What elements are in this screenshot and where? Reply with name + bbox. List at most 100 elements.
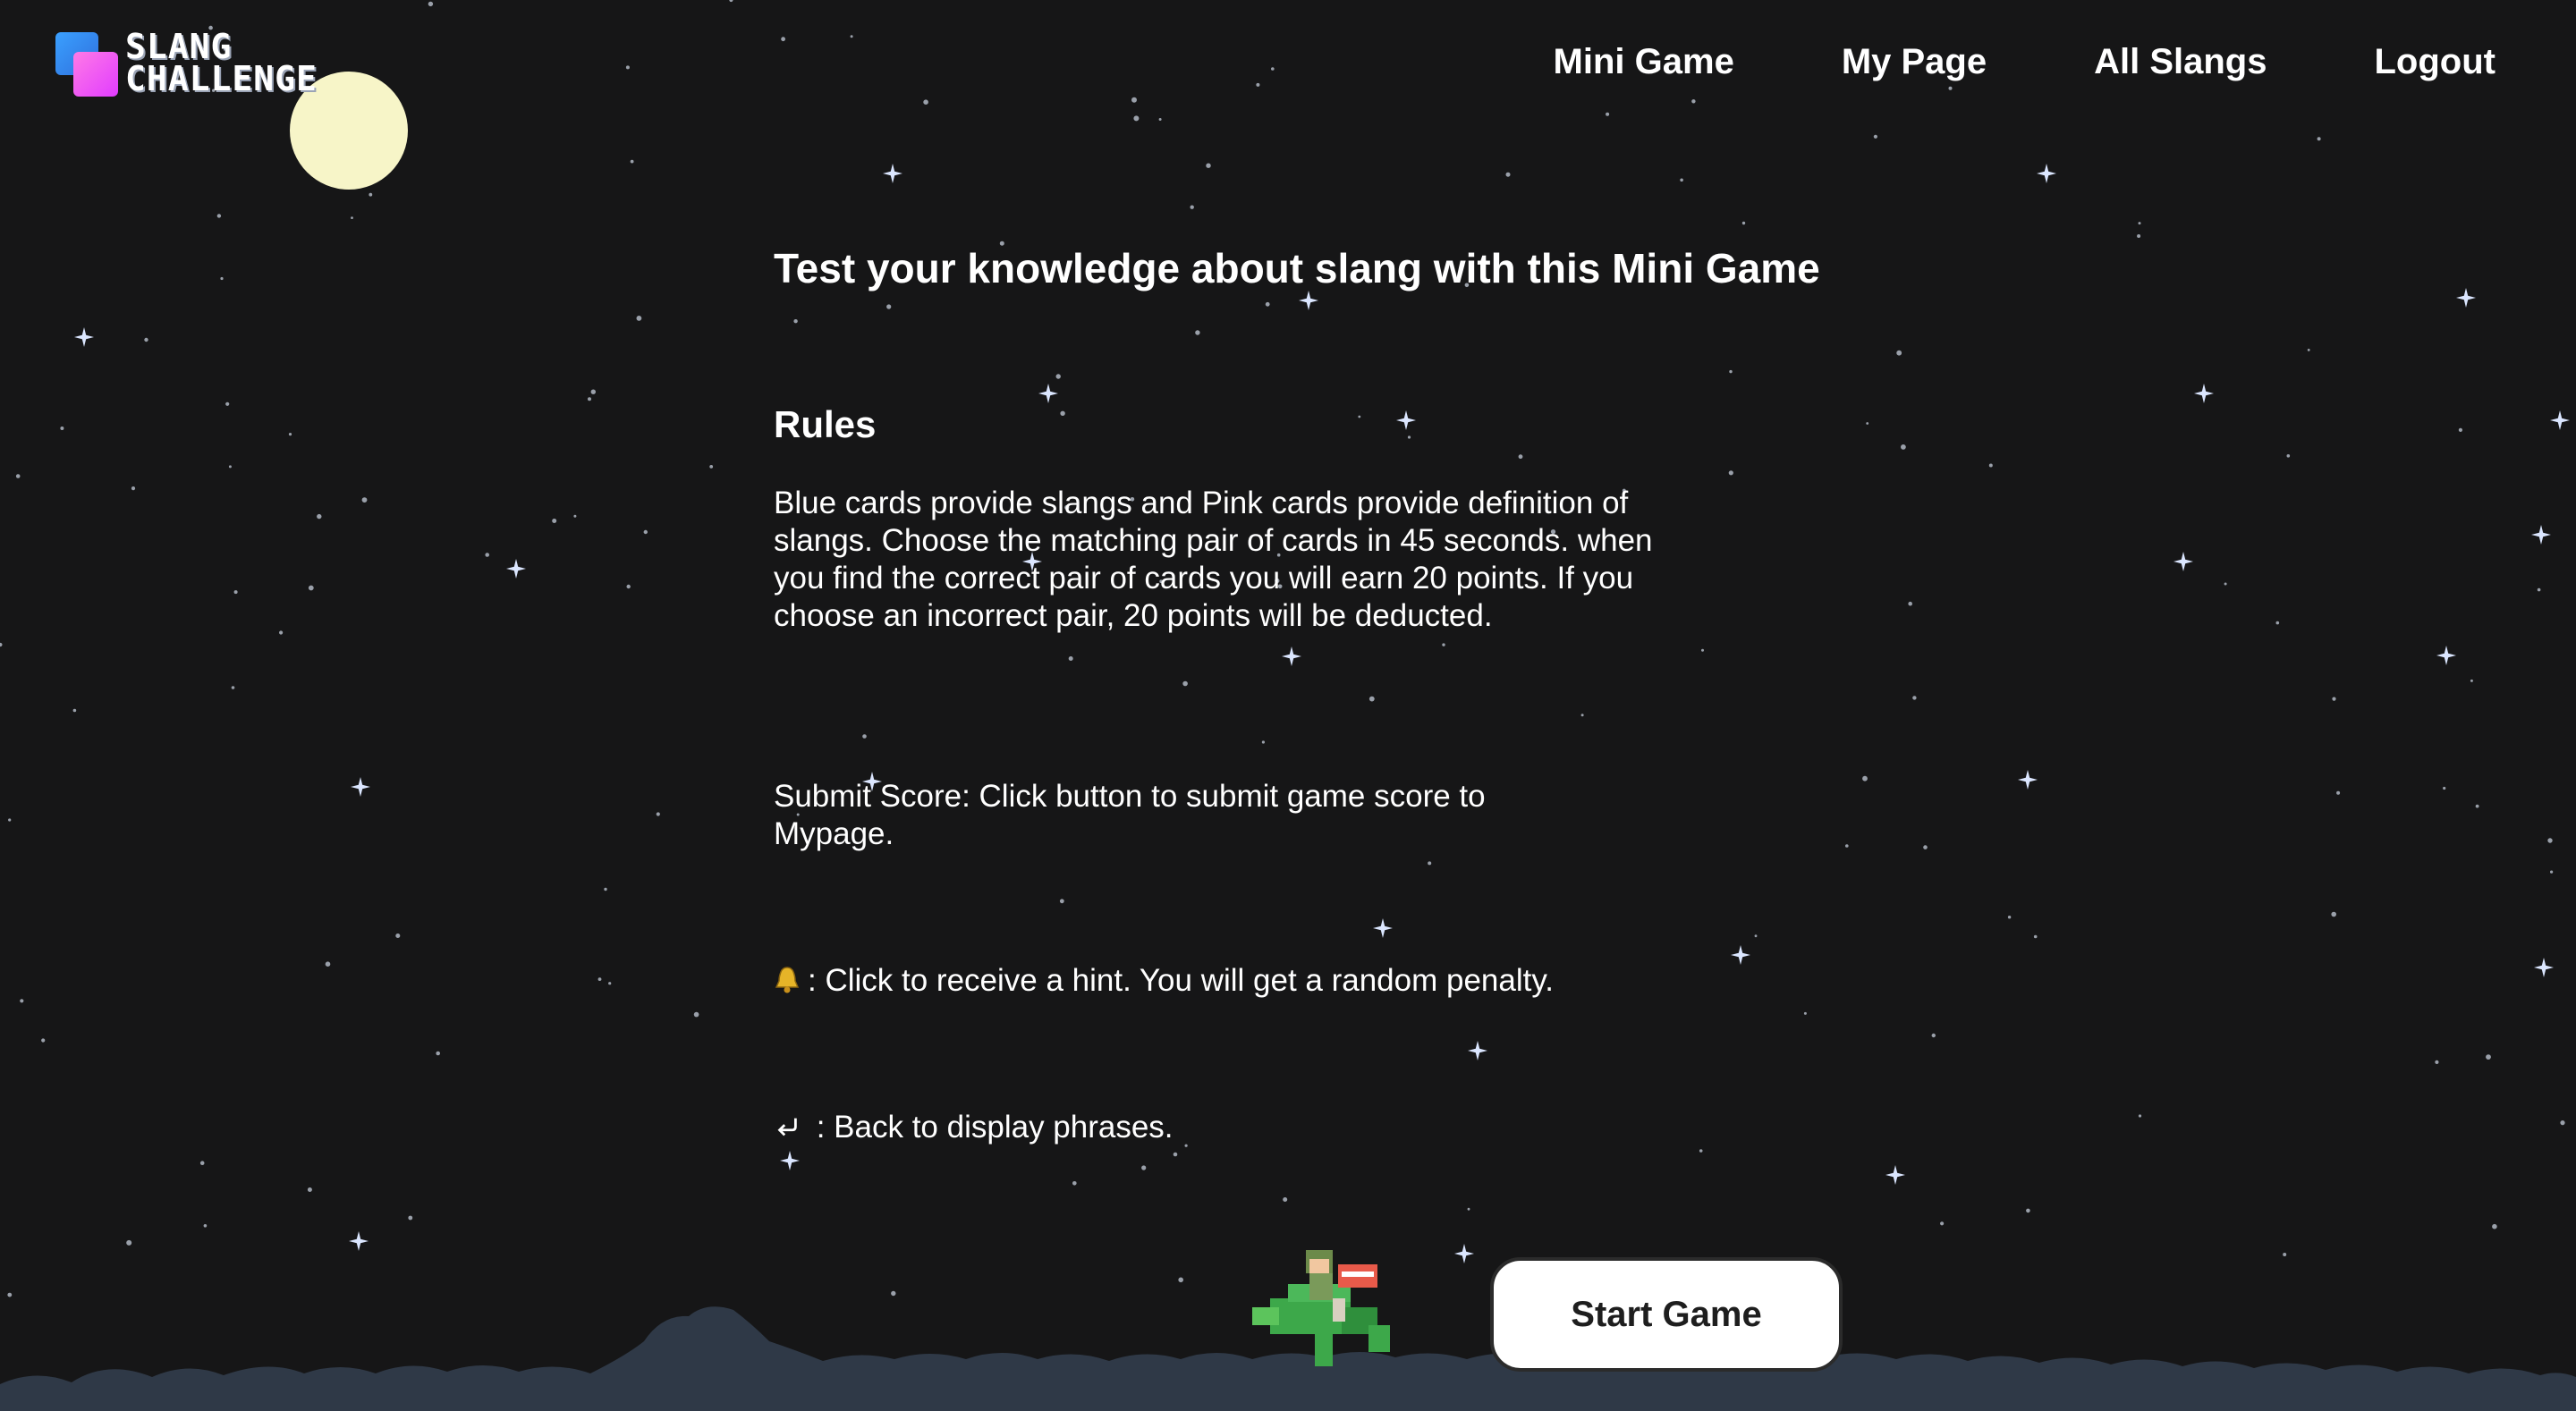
star-dot [2138,222,2141,225]
star-dot [308,585,314,591]
bell-icon [775,967,800,993]
star-dot [1182,680,1188,687]
star-dot [1908,601,1912,606]
star-dot [408,1215,413,1221]
logo-icon [55,32,120,98]
star-dot [1948,86,1953,90]
star-sparkle [2534,958,2554,977]
night-sky-background [0,0,2576,1411]
star-sparkle [1396,410,1416,430]
star-sparkle [883,164,902,183]
star-dot [2443,786,2446,790]
star-dot [1754,934,1758,938]
logo-text-line2: CHALLENGE [125,59,318,98]
star-dot [1131,97,1137,103]
star-dot [1190,205,1194,209]
star-dot [199,1161,205,1165]
star-dot [1912,696,1917,700]
brand-logo[interactable]: SLANG CHALLENGE [55,30,317,98]
return-arrow-icon [777,1118,797,1136]
star-dot [288,433,292,436]
star-dot [1059,899,1064,904]
star-dot [636,316,642,321]
logo-text: SLANG CHALLENGE [125,30,318,98]
star-sparkle [74,327,94,347]
star-sparkle [2550,410,2570,430]
back-rule: : Back to display phrases. [774,1109,1758,1146]
star-dot [361,497,368,503]
star-dot [1606,112,1610,116]
star-dot [1680,178,1683,182]
star-dot [573,514,577,518]
star-dot [228,465,232,469]
star-dot [1141,1165,1147,1170]
star-dot [1741,221,1746,225]
star-dot [597,977,602,981]
star-dot [2470,679,2473,682]
star-dot [1368,696,1375,702]
star-sparkles [74,164,2570,1263]
star-dot [1265,301,1270,307]
star-dot [131,486,136,491]
star-dot [2137,234,2141,238]
star-dot [2336,790,2341,795]
star-dot [2475,804,2479,808]
star-dot [1173,1152,1178,1157]
star-dot [233,590,238,595]
star-dot [369,192,373,197]
star-dot [2486,1054,2491,1060]
rules-heading: Rules [774,403,877,445]
star-dot [2331,911,2336,917]
star-dot [1358,415,1361,418]
star-dot [709,465,714,469]
star-dot [626,584,631,589]
star-dot [2286,454,2291,458]
star-sparkle [2436,646,2456,665]
nav-mini-game[interactable]: Mini Game [1554,39,1734,84]
nav-my-page[interactable]: My Page [1842,39,1987,84]
star-dot [590,389,596,394]
star-dot [891,1290,896,1297]
star-sparkle [2174,552,2193,571]
star-sparkle [2531,525,2551,545]
star-dot [643,529,648,535]
star-dot [552,519,557,523]
star-sparkle [1373,918,1393,938]
star-dot [1896,350,1902,356]
star-dot [1931,1033,1936,1038]
star-dot [1072,1181,1077,1186]
star-dot [693,1011,699,1018]
star-sparkle [1885,1165,1905,1185]
star-dot [1428,861,1432,866]
star-dot [1195,330,1200,335]
star-dot [1442,643,1445,646]
star-sparkle [506,559,526,579]
star-dot [588,397,591,401]
nav-logout[interactable]: Logout [2375,39,2496,84]
star-dot [1505,172,1511,177]
star-dot [729,0,733,3]
star-dot [793,319,798,324]
star-dot [1940,1221,1945,1226]
star-sparkle [349,1231,369,1251]
nav-all-slangs[interactable]: All Slangs [2094,39,2267,84]
star-dot [1133,115,1140,122]
star-sparkle [1038,384,1058,403]
star-dot [220,276,224,281]
star-dot [1803,1011,1807,1015]
star-dot [126,1239,132,1246]
star-sparkle [2194,384,2214,403]
star-dot [2550,870,2554,874]
star-dot [2224,582,2227,586]
star-dot [15,474,21,478]
star-dot [625,65,630,70]
star-sparkle [2037,164,2056,183]
star-dot [1729,369,1733,374]
start-game-button[interactable]: Start Game [1490,1257,1843,1372]
star-dot [886,304,892,309]
star-sparkle [351,777,370,797]
star-dot [1261,740,1265,744]
star-dot [2560,1120,2565,1126]
hint-rule-text: : Click to receive a hint. You will get … [808,963,1554,998]
star-dot [2537,587,2541,592]
